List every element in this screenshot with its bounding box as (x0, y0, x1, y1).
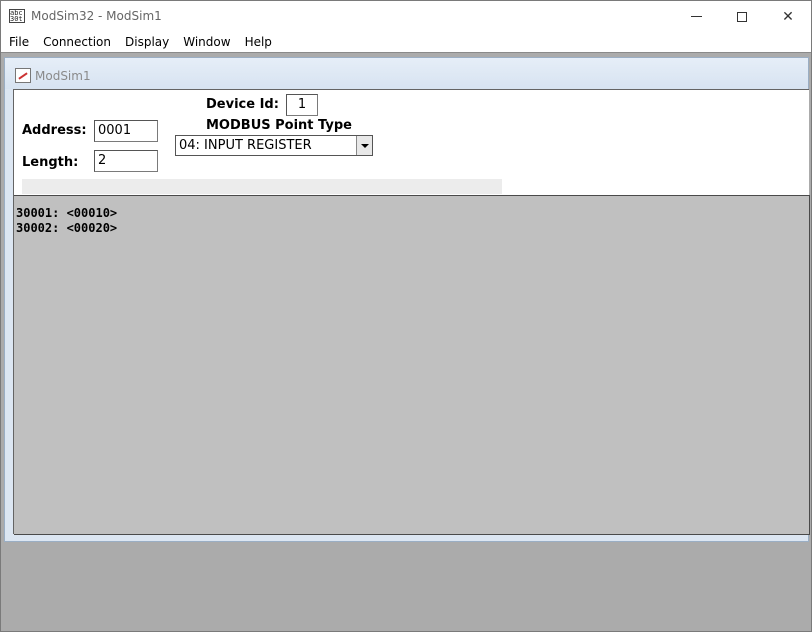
child-window-title: ModSim1 (35, 69, 91, 83)
menu-window[interactable]: Window (176, 32, 237, 52)
title-bar[interactable]: abc 30t ModSim32 - ModSim1 ✕ (1, 1, 811, 32)
child-client-area: Device Id: 1 MODBUS Point Type Address: … (13, 89, 810, 535)
document-icon[interactable] (15, 68, 31, 83)
device-id-label: Device Id: (206, 97, 279, 112)
child-title-bar[interactable]: ModSim1 (5, 58, 808, 89)
minimize-button[interactable] (673, 1, 719, 32)
menu-connection[interactable]: Connection (36, 32, 118, 52)
menu-help[interactable]: Help (238, 32, 279, 52)
minimize-icon (690, 16, 702, 17)
maximize-icon (737, 11, 747, 22)
chevron-down-icon (360, 143, 369, 148)
close-icon: ✕ (782, 8, 794, 25)
app-icon-line: 30t (10, 15, 23, 23)
menu-display[interactable]: Display (118, 32, 176, 52)
menu-bar: File Connection Display Window Help (1, 32, 811, 52)
device-id-input[interactable]: 1 (286, 94, 318, 116)
close-button[interactable]: ✕ (765, 1, 811, 32)
register-line[interactable]: 30002: <00020> (16, 221, 809, 236)
window-title: ModSim32 - ModSim1 (31, 9, 162, 23)
point-type-select[interactable]: 04: INPUT REGISTER (175, 135, 373, 156)
address-input[interactable]: 0001 (94, 120, 158, 142)
length-input[interactable]: 2 (94, 150, 158, 172)
child-window-modsim1: ModSim1 Device Id: 1 MODBUS Point Type A… (4, 57, 810, 542)
status-strip (22, 179, 502, 194)
app-icon[interactable]: abc 30t (9, 9, 25, 23)
app-window: abc 30t ModSim32 - ModSim1 ✕ File Connec… (0, 0, 812, 632)
point-type-value: 04: INPUT REGISTER (179, 138, 312, 153)
dropdown-button[interactable] (356, 136, 372, 155)
mdi-client-area: ModSim1 Device Id: 1 MODBUS Point Type A… (1, 52, 811, 631)
menu-file[interactable]: File (1, 32, 36, 52)
register-display-pane[interactable]: 30001: <00010> 30002: <00020> (14, 195, 810, 535)
maximize-button[interactable] (719, 1, 765, 32)
register-line[interactable]: 30001: <00010> (16, 206, 809, 221)
address-label: Address: (22, 123, 87, 138)
point-type-label: MODBUS Point Type (206, 118, 352, 133)
length-label: Length: (22, 155, 79, 170)
